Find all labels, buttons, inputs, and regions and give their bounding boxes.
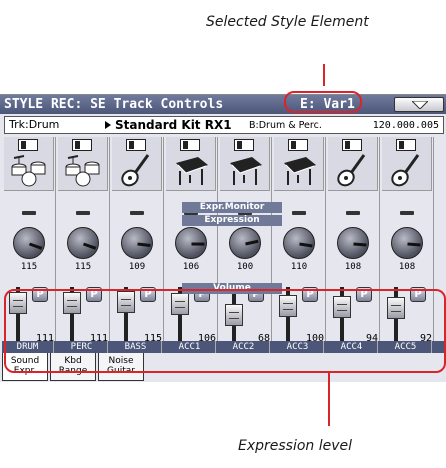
- instrument-icon: [172, 153, 210, 187]
- knob-pointer: [353, 242, 367, 247]
- mute-solo-icon[interactable]: [18, 139, 38, 151]
- mute-indicator-icon: [129, 141, 134, 149]
- expression-value: 115: [20, 262, 38, 272]
- mute-solo-icon[interactable]: [72, 139, 92, 151]
- instrument-cell[interactable]: [4, 137, 54, 191]
- mute-indicator-icon: [237, 141, 242, 149]
- callout-selected-style-element: Selected Style Element: [206, 14, 369, 30]
- instrument-icon: [388, 153, 426, 187]
- instrument-cell[interactable]: [220, 137, 270, 191]
- bank-name: B:Drum & Perc.: [249, 120, 322, 131]
- instrument-icon: [226, 153, 264, 187]
- element-highlight: [284, 91, 362, 113]
- mute-solo-icon[interactable]: [288, 139, 308, 151]
- expr-monitor-led: [400, 211, 414, 215]
- mute-indicator-icon: [399, 141, 404, 149]
- expression-value: 108: [398, 262, 416, 272]
- expression-knob[interactable]: [175, 227, 207, 259]
- expression-value: 106: [182, 262, 200, 272]
- expression-knob[interactable]: [391, 227, 423, 259]
- program-number: 120.000.005: [372, 120, 439, 131]
- instrument-cell[interactable]: [382, 137, 432, 191]
- knob-pointer: [137, 242, 151, 248]
- instrument-cell[interactable]: [112, 137, 162, 191]
- expression-knob[interactable]: [229, 227, 261, 259]
- expression-knob[interactable]: [337, 227, 369, 259]
- mute-indicator-icon: [21, 141, 26, 149]
- triangle-down-icon: [412, 101, 428, 109]
- expression-knob[interactable]: [121, 227, 153, 259]
- page-title: STYLE REC: SE Track Controls: [0, 95, 446, 114]
- page-menu-button[interactable]: [394, 97, 444, 112]
- knob-pointer: [82, 242, 97, 250]
- knob-pointer: [28, 242, 43, 250]
- track-info-row[interactable]: Trk:Drum Standard Kit RX1 B:Drum & Perc.…: [4, 116, 444, 134]
- play-triangle-icon: [105, 121, 111, 129]
- drum-kit-icon: [11, 155, 46, 187]
- piano-icon: [230, 157, 262, 185]
- instrument-cell[interactable]: [328, 137, 378, 191]
- kit-name: Standard Kit RX1: [115, 118, 232, 132]
- expr-monitor-label: Expr.Monitor: [182, 202, 282, 213]
- expression-value: 108: [344, 262, 362, 272]
- knob-pointer: [245, 239, 259, 246]
- expression-value: 110: [290, 262, 308, 272]
- expr-monitor-led: [22, 211, 36, 215]
- instrument-cell[interactable]: [58, 137, 108, 191]
- expr-monitor-led: [76, 211, 90, 215]
- piano-icon: [284, 157, 316, 185]
- instrument-cell[interactable]: [274, 137, 324, 191]
- instrument-icon: [280, 153, 318, 187]
- guitar-icon: [391, 154, 420, 187]
- expr-monitor-led: [292, 211, 306, 215]
- mute-solo-icon[interactable]: [126, 139, 146, 151]
- mute-indicator-icon: [345, 141, 350, 149]
- expr-monitor-led: [346, 211, 360, 215]
- callout-line-bottom: [328, 372, 330, 426]
- expression-value: 115: [74, 262, 92, 272]
- piano-icon: [176, 157, 208, 185]
- expression-value: 100: [236, 262, 254, 272]
- instrument-icon: [64, 153, 102, 187]
- instrument-icon: [334, 153, 372, 187]
- instrument-cell[interactable]: [166, 137, 216, 191]
- knob-pointer: [299, 242, 313, 248]
- mute-indicator-icon: [291, 141, 296, 149]
- expression-knob[interactable]: [13, 227, 45, 259]
- instrument-icon: [118, 153, 156, 187]
- expression-knob[interactable]: [67, 227, 99, 259]
- mute-indicator-icon: [75, 141, 80, 149]
- mute-solo-icon[interactable]: [396, 139, 416, 151]
- expression-value: 109: [128, 262, 146, 272]
- mute-indicator-icon: [183, 141, 188, 149]
- callout-expression-level: Expression level: [238, 438, 353, 454]
- instrument-icon: [10, 153, 48, 187]
- mute-solo-icon[interactable]: [342, 139, 362, 151]
- drum-kit-icon: [65, 155, 100, 187]
- mute-solo-icon[interactable]: [234, 139, 254, 151]
- expression-knob[interactable]: [283, 227, 315, 259]
- knob-pointer: [407, 242, 421, 247]
- track-label: Trk:Drum: [9, 118, 60, 131]
- volume-highlight: [4, 289, 446, 373]
- knob-pointer: [191, 242, 205, 246]
- guitar-icon: [337, 154, 366, 187]
- mute-solo-icon[interactable]: [180, 139, 200, 151]
- expr-monitor-led: [130, 211, 144, 215]
- callout-line-top: [323, 64, 325, 86]
- expression-label: Expression: [182, 215, 282, 226]
- guitar-icon: [121, 154, 150, 187]
